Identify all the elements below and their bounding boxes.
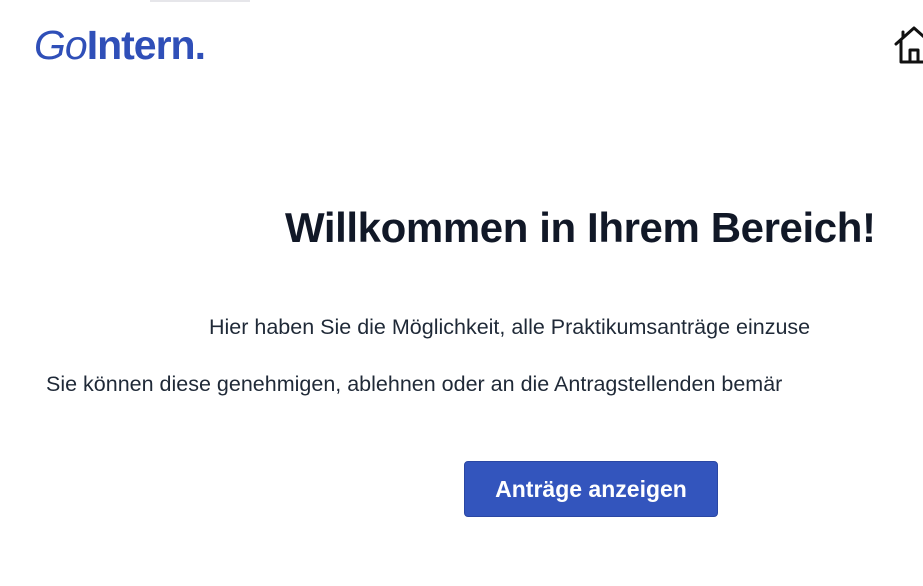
home-button[interactable] <box>892 24 923 66</box>
description-line-2: Sie können diese genehmigen, ablehnen od… <box>46 372 783 396</box>
logo[interactable]: GoIntern. <box>34 20 206 70</box>
logo-intern: Intern. <box>86 22 206 68</box>
logo-go: Go <box>34 22 88 68</box>
description-line-1: Hier haben Sie die Möglichkeit, alle Pra… <box>209 315 811 339</box>
app-header: GoIntern. <box>0 0 923 80</box>
home-icon <box>894 26 923 64</box>
page-title: Willkommen in Ihrem Bereich! <box>285 204 876 251</box>
page: GoIntern. Willkommen in Ihrem Bereich! H… <box>0 0 923 586</box>
show-applications-button[interactable]: Anträge anzeigen <box>464 461 718 517</box>
